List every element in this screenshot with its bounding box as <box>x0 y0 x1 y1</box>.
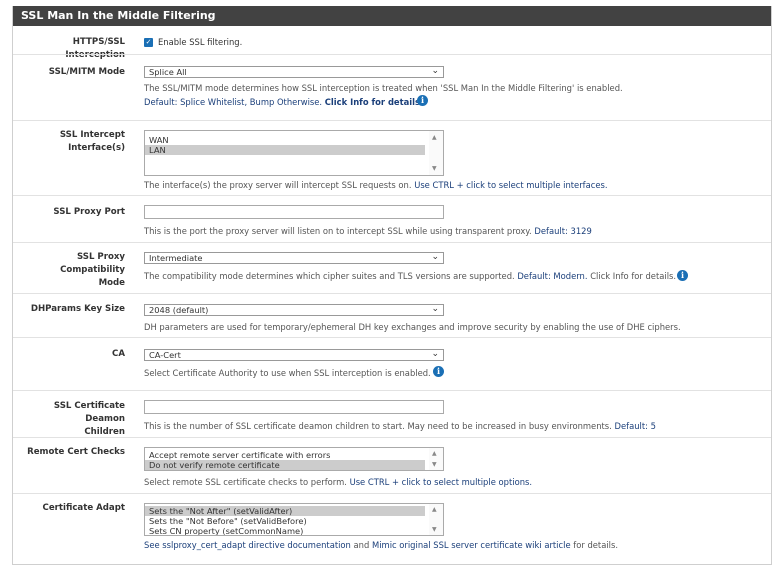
compat-mode-label-line1: SSL Proxy Compatibility <box>60 252 125 275</box>
remote-cert-help-hint: Use CTRL + click to select multiple opti… <box>349 477 533 487</box>
mitm-mode-label: SSL/MITM Mode <box>48 67 125 77</box>
intercept-interfaces-help: The interface(s) the proxy server will i… <box>144 180 608 190</box>
proxy-port-input[interactable] <box>144 205 444 219</box>
intercept-interfaces-help-text: The interface(s) the proxy server will i… <box>144 180 412 190</box>
ca-label: CA <box>112 349 125 359</box>
intercept-interfaces-list[interactable]: WAN LAN ▲ ▼ <box>144 130 444 176</box>
mitm-mode-help: The SSL/MITM mode determines how SSL int… <box>144 83 623 93</box>
row-ca: CA CA-Cert ⌄ Select Certificate Authorit… <box>13 337 771 390</box>
info-icon[interactable]: i <box>417 95 428 106</box>
ssl-mitm-panel: SSL Man In the Middle Filtering HTTPS/SS… <box>12 6 772 565</box>
row-cert-daemon: SSL Certificate Deamon Children This is … <box>13 390 771 437</box>
proxy-port-label: SSL Proxy Port <box>53 207 125 217</box>
chevron-down-icon: ⌄ <box>431 252 439 262</box>
scrollbar[interactable]: ▲ ▼ <box>429 131 443 175</box>
scroll-down-icon[interactable]: ▼ <box>432 526 437 533</box>
enable-ssl-filtering-label[interactable]: Enable SSL filtering. <box>158 37 242 47</box>
ca-select[interactable]: CA-Cert ⌄ <box>144 349 444 361</box>
scroll-down-icon[interactable]: ▼ <box>432 461 437 468</box>
row-compat-mode: SSL Proxy Compatibility Mode Intermediat… <box>13 242 771 293</box>
info-icon[interactable]: i <box>433 366 444 377</box>
row-https-interception: HTTPS/SSL Interception ✓ Enable SSL filt… <box>13 26 771 60</box>
row-remote-cert: Remote Cert Checks Accept remote server … <box>13 437 771 493</box>
cert-adapt-help: See sslproxy_cert_adapt directive docume… <box>144 540 618 550</box>
cert-adapt-label: Certificate Adapt <box>42 503 125 513</box>
mitm-mode-select[interactable]: Splice All ⌄ <box>144 66 444 78</box>
compat-mode-help-text: The compatibility mode determines which … <box>144 271 515 281</box>
scroll-up-icon[interactable]: ▲ <box>432 450 437 457</box>
compat-mode-label: SSL Proxy Compatibility Mode <box>13 251 125 290</box>
remote-cert-option-accept-errors[interactable]: Accept remote server certificate with er… <box>145 450 425 460</box>
cert-daemon-label-line1: SSL Certificate Deamon <box>53 401 125 424</box>
cert-adapt-help-tail: for details. <box>573 540 619 550</box>
scroll-up-icon[interactable]: ▲ <box>432 134 437 141</box>
intercept-interfaces-help-hint: Use CTRL + click to select multiple inte… <box>414 180 608 190</box>
scroll-up-icon[interactable]: ▲ <box>432 506 437 513</box>
info-icon[interactable]: i <box>677 270 688 281</box>
mitm-mode-default: Default: Splice Whitelist, Bump Otherwis… <box>144 97 323 107</box>
cert-adapt-option-not-before[interactable]: Sets the "Not Before" (setValidBefore) <box>145 516 425 526</box>
proxy-port-help-text: This is the port the proxy server will l… <box>144 226 532 236</box>
ca-value: CA-Cert <box>149 350 181 360</box>
chevron-down-icon: ⌄ <box>431 349 439 359</box>
cert-adapt-doc-link[interactable]: See sslproxy_cert_adapt directive docume… <box>144 540 351 550</box>
cert-daemon-help-text: This is the number of SSL certificate de… <box>144 421 612 431</box>
compat-mode-value: Intermediate <box>149 253 203 263</box>
dhparams-select[interactable]: 2048 (default) ⌄ <box>144 304 444 316</box>
enable-ssl-filtering-checkbox[interactable]: ✓ <box>144 38 153 47</box>
row-proxy-port: SSL Proxy Port This is the port the prox… <box>13 195 771 242</box>
compat-mode-help: The compatibility mode determines which … <box>144 271 676 281</box>
scroll-down-icon[interactable]: ▼ <box>432 165 437 172</box>
remote-cert-help-text: Select remote SSL certificate checks to … <box>144 477 347 487</box>
cert-adapt-option-common-name[interactable]: Sets CN property (setCommonName) <box>145 526 425 535</box>
cert-daemon-label: SSL Certificate Deamon Children <box>13 400 125 439</box>
cert-daemon-help: This is the number of SSL certificate de… <box>144 421 656 431</box>
mitm-mode-info-link[interactable]: Click Info for details. <box>325 97 423 107</box>
compat-mode-select[interactable]: Intermediate ⌄ <box>144 252 444 264</box>
cert-daemon-input[interactable] <box>144 400 444 414</box>
chevron-down-icon: ⌄ <box>431 304 439 314</box>
cert-adapt-wiki-link[interactable]: Mimic original SSL server certificate wi… <box>372 540 571 550</box>
row-intercept-interfaces: SSL Intercept Interface(s) WAN LAN ▲ ▼ T… <box>13 120 771 195</box>
proxy-port-help: This is the port the proxy server will l… <box>144 226 592 236</box>
row-mitm-mode: SSL/MITM Mode Splice All ⌄ The SSL/MITM … <box>13 54 771 120</box>
compat-mode-label-line2: Mode <box>98 278 125 288</box>
cert-adapt-option-not-after[interactable]: Sets the "Not After" (setValidAfter) <box>145 506 425 516</box>
ca-help: Select Certificate Authority to use when… <box>144 368 431 378</box>
intercept-interfaces-label: SSL Intercept Interface(s) <box>59 130 125 153</box>
remote-cert-list[interactable]: Accept remote server certificate with er… <box>144 447 444 471</box>
proxy-port-default: Default: 3129 <box>534 226 592 236</box>
row-cert-adapt: Certificate Adapt Sets the "Not After" (… <box>13 493 771 554</box>
remote-cert-help: Select remote SSL certificate checks to … <box>144 477 532 487</box>
cert-daemon-default: Default: 5 <box>614 421 656 431</box>
mitm-mode-value: Splice All <box>149 67 187 77</box>
row-dhparams: DHParams Key Size 2048 (default) ⌄ DH pa… <box>13 293 771 337</box>
panel-title: SSL Man In the Middle Filtering <box>13 6 771 26</box>
interface-option-wan[interactable]: WAN <box>145 135 425 145</box>
compat-mode-help-tail: Click Info for details. <box>590 271 677 281</box>
remote-cert-option-no-verify[interactable]: Do not verify remote certificate <box>145 460 425 470</box>
mitm-mode-help-default-line: Default: Splice Whitelist, Bump Otherwis… <box>144 97 423 107</box>
scrollbar[interactable]: ▲ ▼ <box>429 504 443 535</box>
dhparams-help: DH parameters are used for temporary/eph… <box>144 322 681 332</box>
remote-cert-label: Remote Cert Checks <box>27 447 125 457</box>
scrollbar[interactable]: ▲ ▼ <box>429 448 443 470</box>
chevron-down-icon: ⌄ <box>431 66 439 76</box>
cert-adapt-list[interactable]: Sets the "Not After" (setValidAfter) Set… <box>144 503 444 536</box>
interface-option-lan[interactable]: LAN <box>145 145 425 155</box>
dhparams-value: 2048 (default) <box>149 305 209 315</box>
compat-mode-default: Default: Modern. <box>517 271 588 281</box>
cert-adapt-help-and: and <box>353 540 370 550</box>
dhparams-label: DHParams Key Size <box>30 304 125 314</box>
